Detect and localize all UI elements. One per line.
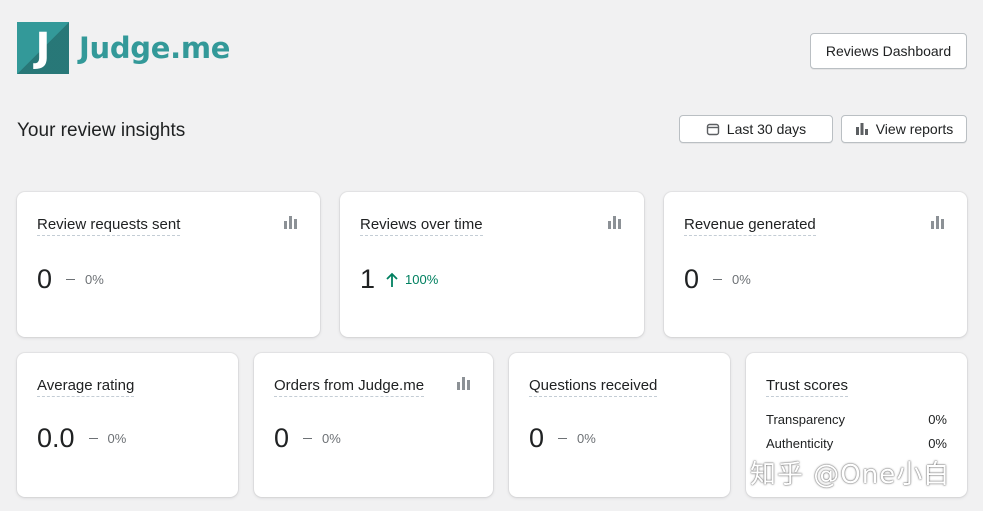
no-change-dash-icon <box>713 278 723 281</box>
metric-value: 0.0 <box>37 423 75 453</box>
no-change-dash-icon <box>88 437 98 440</box>
metric: 0.0 0% <box>37 423 126 454</box>
card-review-requests: Review requests sent 0 0% <box>17 192 320 337</box>
trust-row-transparency: Transparency 0% <box>766 412 947 427</box>
card-reviews-over-time: Reviews over time 1 100% <box>340 192 644 337</box>
chart-icon[interactable] <box>608 216 622 230</box>
no-change-dash-icon <box>303 437 313 440</box>
app-name: Judge.me <box>79 31 231 65</box>
card-questions-received: Questions received 0 0% <box>509 353 730 497</box>
view-reports-label: View reports <box>875 121 954 137</box>
metric: 0 0% <box>274 423 341 454</box>
bar-chart-icon <box>855 123 868 135</box>
calendar-icon <box>706 123 719 136</box>
date-range-label: Last 30 days <box>726 121 807 137</box>
metric-change: 0% <box>107 431 127 446</box>
watermark: 知乎 @One小白 <box>750 460 951 490</box>
metric-value: 0 <box>274 423 290 453</box>
metric-value: 0 <box>529 423 545 453</box>
trust-value: 0% <box>928 436 947 451</box>
chart-icon[interactable] <box>931 216 945 230</box>
page-title: Your review insights <box>17 120 186 141</box>
card-revenue-generated: Revenue generated 0 0% <box>664 192 967 337</box>
metric-value: 0 <box>37 264 53 294</box>
no-change-dash-icon <box>558 437 568 440</box>
trust-value: 0% <box>928 412 947 427</box>
date-range-button[interactable]: Last 30 days <box>679 115 833 143</box>
card-title[interactable]: Review requests sent <box>37 216 181 236</box>
card-title[interactable]: Orders from Judge.me <box>274 377 425 397</box>
card-title[interactable]: Revenue generated <box>684 216 816 236</box>
chart-icon[interactable] <box>457 377 471 391</box>
reviews-dashboard-label: Reviews Dashboard <box>825 43 952 59</box>
metric-change: 0% <box>85 272 104 287</box>
chart-icon[interactable] <box>284 216 298 230</box>
metric-value: 0 <box>684 264 700 294</box>
view-reports-button[interactable]: View reports <box>841 115 967 143</box>
reviews-dashboard-button[interactable]: Reviews Dashboard <box>810 33 967 69</box>
metric-change: 0% <box>732 272 751 287</box>
metric-value: 1 <box>360 264 376 294</box>
logo-mark: J <box>17 22 69 74</box>
metric-change: 0% <box>322 431 341 446</box>
trust-label: Transparency <box>766 412 845 427</box>
no-change-dash-icon <box>66 278 76 281</box>
metric-change: 100% <box>405 272 439 287</box>
metric: 0 0% <box>684 264 751 295</box>
card-title[interactable]: Trust scores <box>766 377 848 397</box>
card-title[interactable]: Average rating <box>37 377 135 397</box>
metric-change: 0% <box>577 431 596 446</box>
logo-letter: J <box>35 25 51 71</box>
arrow-up-icon <box>386 272 398 287</box>
metric: 1 100% <box>360 264 438 295</box>
trust-label: Authenticity <box>766 436 834 451</box>
card-orders-from-judgeme: Orders from Judge.me 0 0% <box>254 353 493 497</box>
card-title[interactable]: Questions received <box>529 377 658 397</box>
card-title[interactable]: Reviews over time <box>360 216 483 236</box>
card-average-rating: Average rating 0.0 0% <box>17 353 238 497</box>
trust-row-authenticity: Authenticity 0% <box>766 436 947 451</box>
metric: 0 0% <box>529 423 596 454</box>
metric: 0 0% <box>37 264 104 295</box>
app-logo[interactable]: J Judge.me <box>17 22 230 74</box>
